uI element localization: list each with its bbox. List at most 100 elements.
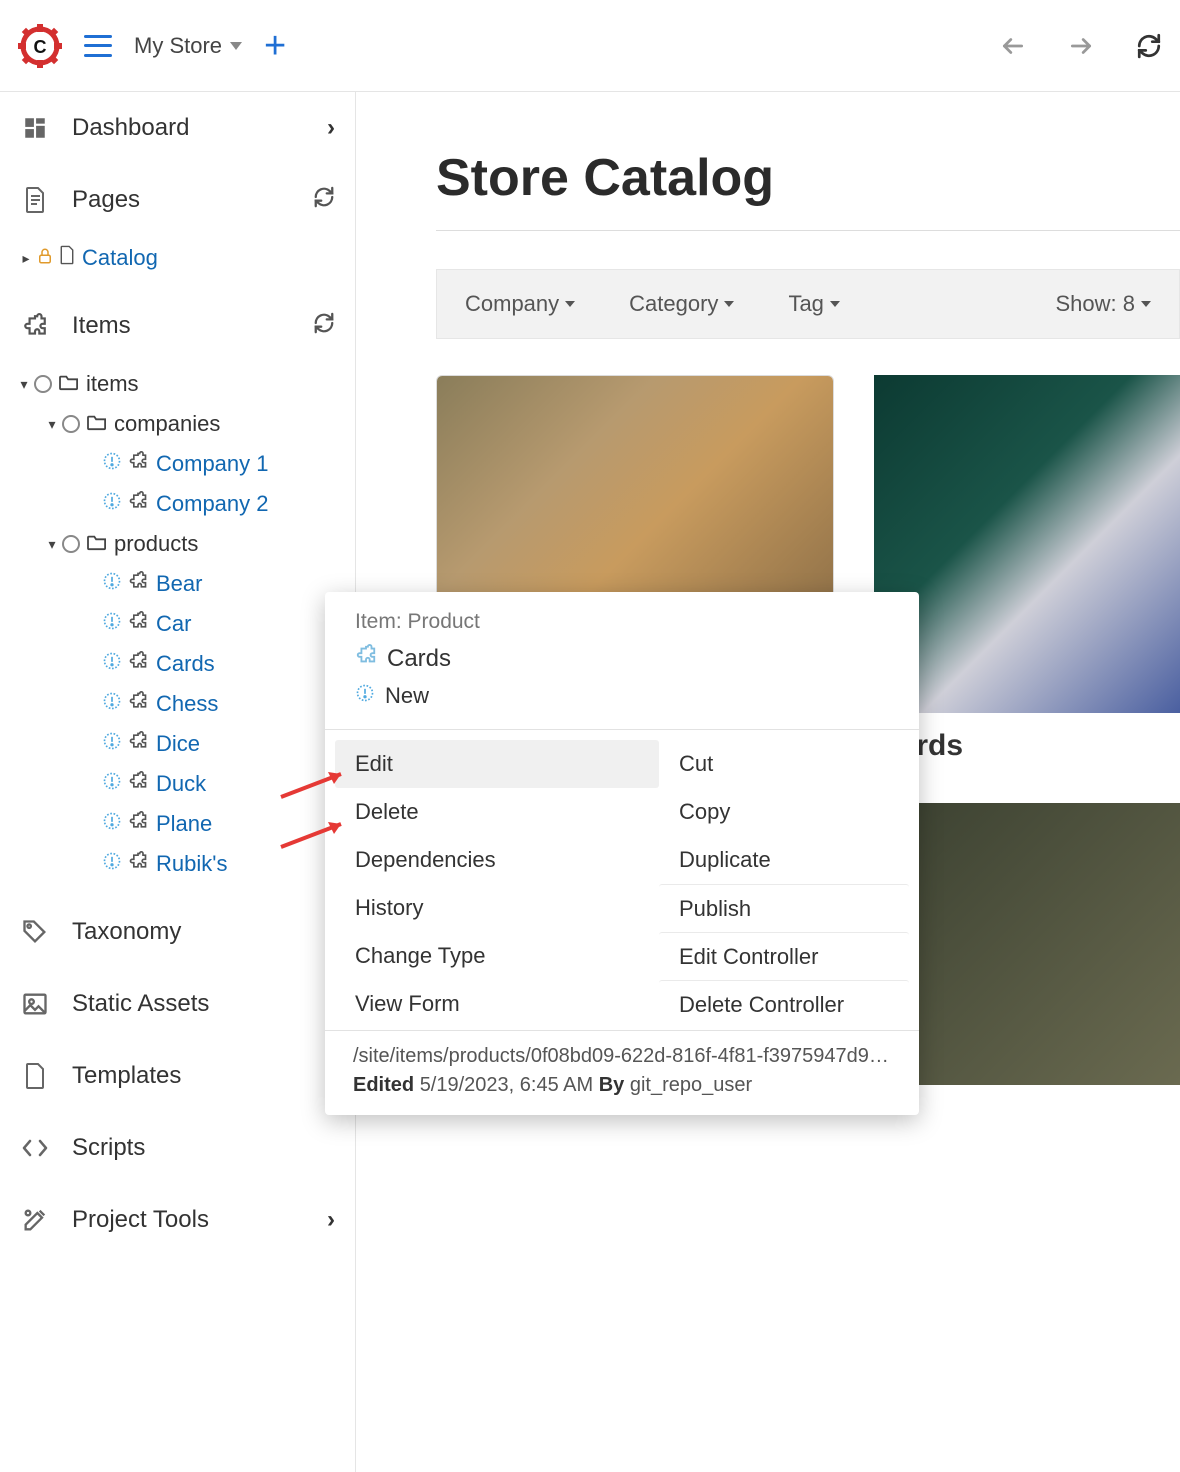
nav-dashboard-label: Dashboard [72, 114, 305, 142]
ctx-delete[interactable]: Delete [335, 788, 659, 836]
tree-chess[interactable]: Chess [8, 684, 355, 724]
tree-duck-label: Duck [156, 771, 206, 797]
ctx-dependencies[interactable]: Dependencies [335, 836, 659, 884]
tree-bear[interactable]: Bear [8, 564, 355, 604]
nav-items[interactable]: Items [0, 290, 355, 362]
title-divider [436, 230, 1180, 231]
divider [325, 729, 919, 730]
items-refresh-icon[interactable] [313, 312, 335, 341]
tree-dice-label: Dice [156, 731, 200, 757]
nav-templates[interactable]: Templates [0, 1040, 355, 1112]
ctx-duplicate[interactable]: Duplicate [659, 836, 909, 884]
menu-icon[interactable] [84, 35, 112, 57]
annotation-arrow [276, 812, 356, 852]
ctx-edit-controller[interactable]: Edit Controller [659, 932, 909, 980]
new-badge-icon [102, 851, 122, 877]
tree-chess-label: Chess [156, 691, 218, 717]
site-name: My Store [134, 33, 222, 59]
nav-project-tools[interactable]: Project Tools › [0, 1184, 355, 1256]
site-selector[interactable]: My Store [134, 33, 242, 59]
new-badge-icon [102, 491, 122, 517]
context-item-edited: Edited 5/19/2023, 6:45 AM By git_repo_us… [353, 1074, 891, 1097]
caret-down-icon [1141, 301, 1151, 307]
tree-items-folder[interactable]: ▾ items [8, 364, 355, 404]
filter-show[interactable]: Show: 8 [1056, 291, 1152, 317]
component-icon [128, 691, 148, 717]
tree-catalog[interactable]: ▸ Catalog [8, 238, 355, 278]
filter-company[interactable]: Company [465, 291, 575, 317]
annotation-arrow [276, 762, 356, 802]
caret-down-icon[interactable]: ▾ [42, 416, 62, 433]
component-icon [128, 571, 148, 597]
component-icon [355, 644, 377, 673]
ctx-edit[interactable]: Edit [335, 740, 659, 788]
ctx-publish[interactable]: Publish [659, 884, 909, 932]
ctx-history[interactable]: History [335, 884, 659, 932]
nav-static-assets[interactable]: Static Assets [0, 968, 355, 1040]
chevron-right-icon: › [327, 1206, 335, 1234]
ctx-copy[interactable]: Copy [659, 788, 909, 836]
tree-items-label: items [86, 371, 139, 397]
nav-pages-label: Pages [72, 186, 291, 214]
tree-products-label: products [114, 531, 198, 557]
page-icon [58, 245, 76, 271]
new-content-button[interactable]: + [264, 27, 286, 65]
caret-down-icon [230, 42, 242, 50]
filter-category[interactable]: Category [629, 291, 734, 317]
tools-icon [20, 1205, 50, 1235]
nav-pages[interactable]: Pages [0, 164, 355, 236]
caret-down-icon[interactable]: ▾ [42, 536, 62, 553]
caret-down-icon[interactable]: ▾ [14, 376, 34, 393]
tree-rubiks-label: Rubik's [156, 851, 227, 877]
tree-car[interactable]: Car [8, 604, 355, 644]
ctx-cut[interactable]: Cut [659, 740, 909, 788]
tree-products-folder[interactable]: ▾ products [8, 524, 355, 564]
component-icon [128, 491, 148, 517]
component-icon [128, 811, 148, 837]
chevron-right-icon: › [327, 114, 335, 142]
pages-refresh-icon[interactable] [313, 186, 335, 215]
tree-company2[interactable]: Company 2 [8, 484, 355, 524]
nav-forward-button[interactable] [1068, 33, 1094, 59]
nav-back-button[interactable] [1000, 33, 1026, 59]
refresh-button[interactable] [1136, 33, 1162, 59]
filter-bar: Company Category Tag Show: 8 [436, 269, 1180, 339]
nav-templates-label: Templates [72, 1062, 335, 1090]
puzzle-icon [20, 311, 50, 341]
ctx-delete-controller[interactable]: Delete Controller [659, 980, 909, 1028]
tree-bear-label: Bear [156, 571, 202, 597]
nav-scripts[interactable]: Scripts [0, 1112, 355, 1184]
tree-cards-label: Cards [156, 651, 215, 677]
tree-cards[interactable]: Cards [8, 644, 355, 684]
tree-dice[interactable]: Dice [8, 724, 355, 764]
caret-down-icon [830, 301, 840, 307]
product-card-partial[interactable] [874, 803, 1180, 1085]
nav-static-assets-label: Static Assets [72, 990, 335, 1018]
context-menu: Item: Product Cards New Edit Delete Depe… [325, 592, 919, 1115]
tree-companies-label: companies [114, 411, 220, 437]
filter-tag[interactable]: Tag [788, 291, 839, 317]
nav-taxonomy[interactable]: Taxonomy [0, 896, 355, 968]
context-item-name: Cards [387, 645, 451, 673]
product-image [874, 375, 1180, 713]
product-card-cards[interactable]: Cards [874, 375, 1180, 763]
nav-project-tools-label: Project Tools [72, 1206, 305, 1234]
tree-company1[interactable]: Company 1 [8, 444, 355, 484]
tree-company1-label: Company 1 [156, 451, 269, 477]
new-badge-icon [102, 771, 122, 797]
ctx-view-form[interactable]: View Form [335, 980, 659, 1028]
nav-dashboard[interactable]: Dashboard › [0, 92, 355, 164]
caret-right-icon: ▸ [16, 250, 36, 267]
tree-companies-folder[interactable]: ▾ companies [8, 404, 355, 444]
app-logo[interactable]: C [18, 24, 62, 68]
new-badge-icon [102, 451, 122, 477]
folder-icon [58, 371, 80, 397]
component-icon [128, 451, 148, 477]
page-title: Store Catalog [436, 148, 1180, 208]
tag-icon [20, 917, 50, 947]
product-card-label: Cards [874, 713, 1180, 763]
nav-taxonomy-label: Taxonomy [72, 918, 335, 946]
ctx-change-type[interactable]: Change Type [335, 932, 659, 980]
tree-company2-label: Company 2 [156, 491, 269, 517]
status-circle-icon [62, 535, 80, 553]
